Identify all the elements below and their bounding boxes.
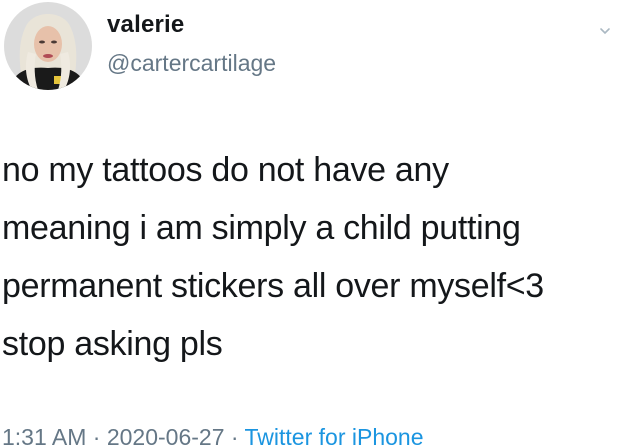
tweet-metadata: 1:31 AM · 2020-06-27 · Twitter for iPhon… — [2, 424, 424, 448]
tweet-source-link[interactable]: Twitter for iPhone — [245, 424, 424, 448]
avatar[interactable] — [4, 2, 92, 90]
profile-photo-icon — [4, 2, 92, 90]
meta-separator: · — [224, 424, 245, 448]
tweet-date[interactable]: 2020-06-27 — [107, 424, 225, 448]
tweet-text: no my tattoos do not have any meaning i … — [2, 151, 544, 363]
meta-separator: · — [86, 424, 107, 448]
chevron-down-icon[interactable] — [598, 24, 612, 38]
user-handle[interactable]: @cartercartilage — [107, 50, 276, 77]
tweet-time[interactable]: 1:31 AM — [2, 424, 86, 448]
display-name[interactable]: valerie — [107, 11, 184, 39]
tweet-card: valerie @cartercartilage no my tattoos d… — [0, 0, 623, 448]
